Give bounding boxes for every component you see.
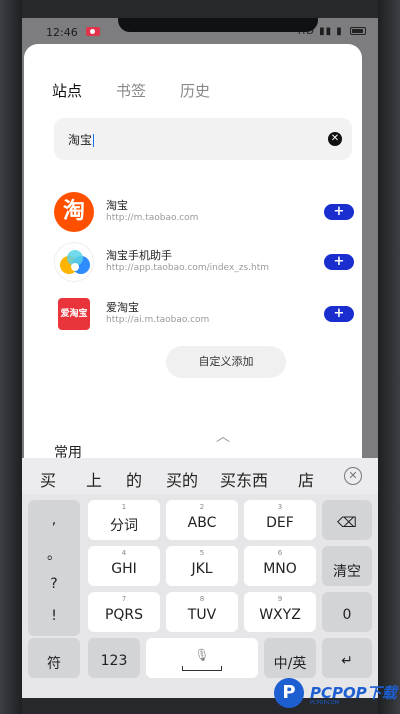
site-url: http://app.taobao.com/index_zs.htm <box>106 263 270 273</box>
watermark-logo-icon: P <box>274 678 304 708</box>
aitaobao-logo-text: 爱淘宝 <box>58 298 90 330</box>
space-key[interactable]: 🎙 <box>146 638 258 678</box>
site-item-taobao[interactable]: 淘 淘宝 http://m.taobao.com + <box>54 192 354 232</box>
add-site-button[interactable]: + <box>324 204 354 220</box>
key-number: 6 <box>277 549 283 557</box>
key-4[interactable]: 4 GHI <box>88 546 160 586</box>
key-label: 中/英 <box>273 656 307 672</box>
key-1[interactable]: 1 分词 <box>88 500 160 540</box>
taobao-helper-logo-icon <box>54 242 94 282</box>
site-item-taobao-helper[interactable]: 淘宝手机助手 http://app.taobao.com/index_zs.ht… <box>54 242 354 282</box>
enter-icon: ↵ <box>341 653 353 669</box>
custom-add-button[interactable]: 自定义添加 <box>166 346 286 378</box>
key-label: DEF <box>266 515 294 531</box>
tab-history[interactable]: 历史 <box>180 80 210 101</box>
key-2[interactable]: 2 ABC <box>166 500 238 540</box>
key-label: TUV <box>187 607 217 623</box>
site-url: http://ai.m.taobao.com <box>106 315 210 325</box>
aitaobao-logo-icon: 爱淘宝 <box>54 294 94 334</box>
space-bar-icon <box>182 666 222 671</box>
taobao-logo-icon: 淘 <box>54 192 94 232</box>
watermark-subtext: PCPOP.COM <box>310 700 340 706</box>
backspace-icon: ⌫ <box>337 515 357 531</box>
watermark-suffix: 下载 <box>366 684 397 702</box>
tab-bookmarks[interactable]: 书签 <box>116 80 146 101</box>
site-url: http://m.taobao.com <box>106 213 199 223</box>
key-label: 分词 <box>110 518 138 534</box>
clear-icon[interactable]: ✕ <box>328 132 342 146</box>
key-label: WXYZ <box>259 607 301 623</box>
candidate-item[interactable]: 上 <box>86 467 102 491</box>
candidate-item[interactable]: 店 <box>298 467 314 491</box>
phone-frame: 12:46 HD ▮▮ ▮ 站点 书签 历史 淘宝 ✕ 淘 淘宝 http://… <box>0 0 400 714</box>
candidate-item[interactable]: 买东西 <box>220 467 268 491</box>
punctuation-column[interactable]: , 。 ? ! <box>28 500 80 636</box>
key-label: MNO <box>263 561 297 577</box>
punct-key[interactable]: , <box>28 512 80 528</box>
microphone-icon: 🎙 <box>194 648 210 662</box>
candidate-bar: 买 上 的 买的 买东西 店 ✕ <box>22 458 378 494</box>
key-6[interactable]: 6 MNO <box>244 546 316 586</box>
key-8[interactable]: 8 TUV <box>166 592 238 632</box>
site-item-aitaobao[interactable]: 爱淘宝 爱淘宝 http://ai.m.taobao.com + <box>54 294 354 334</box>
key-number: 5 <box>199 549 205 557</box>
key-number: 4 <box>121 549 127 557</box>
candidate-item[interactable]: 买的 <box>166 467 198 491</box>
text-caret <box>93 134 95 147</box>
key-5[interactable]: 5 JKL <box>166 546 238 586</box>
symbol-key[interactable]: 符 <box>28 638 80 678</box>
key-label: PQRS <box>104 607 144 623</box>
key-7[interactable]: 7 PQRS <box>88 592 160 632</box>
screen-record-icon <box>86 27 100 36</box>
key-number: 1 <box>121 503 127 511</box>
search-input-text: 淘宝 <box>68 131 95 148</box>
key-number: 8 <box>199 595 205 603</box>
key-label: 0 <box>342 607 352 623</box>
site-name: 淘宝手机助手 <box>106 249 172 262</box>
language-switch-key[interactable]: 中/英 <box>264 638 316 678</box>
enter-key[interactable]: ↵ <box>322 638 372 678</box>
add-site-button[interactable]: + <box>324 306 354 322</box>
site-name: 淘宝 <box>106 199 128 212</box>
key-number: 3 <box>277 503 283 511</box>
search-value: 淘宝 <box>68 133 93 147</box>
site-name: 爱淘宝 <box>106 301 139 314</box>
key-label: GHI <box>111 561 137 577</box>
key-number: 9 <box>277 595 283 603</box>
candidate-item[interactable]: 买 <box>40 467 56 491</box>
phone-bezel-left <box>0 0 22 714</box>
key-label: JKL <box>191 561 213 577</box>
camera-notch <box>118 18 318 32</box>
clear-key-label: 清空 <box>333 564 361 580</box>
clear-key[interactable]: 清空 <box>322 546 372 586</box>
phone-bezel-right <box>378 0 400 714</box>
number-mode-key[interactable]: 123 <box>88 638 140 678</box>
key-label: 符 <box>47 656 61 672</box>
key-0[interactable]: 0 <box>322 592 372 632</box>
ime-keyboard: 买 上 的 买的 买东西 店 ✕ , 。 ? ! 1 分词 2 ABC 3 DEF ⌫… <box>22 458 378 698</box>
backspace-key[interactable]: ⌫ <box>322 500 372 540</box>
key-number: 7 <box>121 595 127 603</box>
key-number: 2 <box>199 503 205 511</box>
key-label: 123 <box>100 653 128 669</box>
punct-key[interactable]: ? <box>28 576 80 592</box>
candidate-item[interactable]: 的 <box>126 467 142 491</box>
close-candidates-icon[interactable]: ✕ <box>344 467 362 485</box>
key-label: ABC <box>187 515 217 531</box>
phone-screen: 12:46 HD ▮▮ ▮ 站点 书签 历史 淘宝 ✕ 淘 淘宝 http://… <box>22 18 378 698</box>
key-9[interactable]: 9 WXYZ <box>244 592 316 632</box>
search-input[interactable]: 淘宝 ✕ <box>54 118 352 160</box>
watermark: P PCPOP下载 PCPOP.COM <box>270 676 400 714</box>
tab-sites[interactable]: 站点 <box>52 80 82 101</box>
add-site-button[interactable]: + <box>324 254 354 270</box>
chevron-up-icon[interactable]: ︿ <box>216 426 230 446</box>
status-time: 12:46 <box>46 26 78 39</box>
bookmark-sheet: 站点 书签 历史 淘宝 ✕ 淘 淘宝 http://m.taobao.com + <box>24 44 362 464</box>
punct-key[interactable]: ! <box>28 608 80 624</box>
punct-key[interactable]: 。 <box>28 544 80 564</box>
battery-icon <box>350 27 366 35</box>
key-3[interactable]: 3 DEF <box>244 500 316 540</box>
